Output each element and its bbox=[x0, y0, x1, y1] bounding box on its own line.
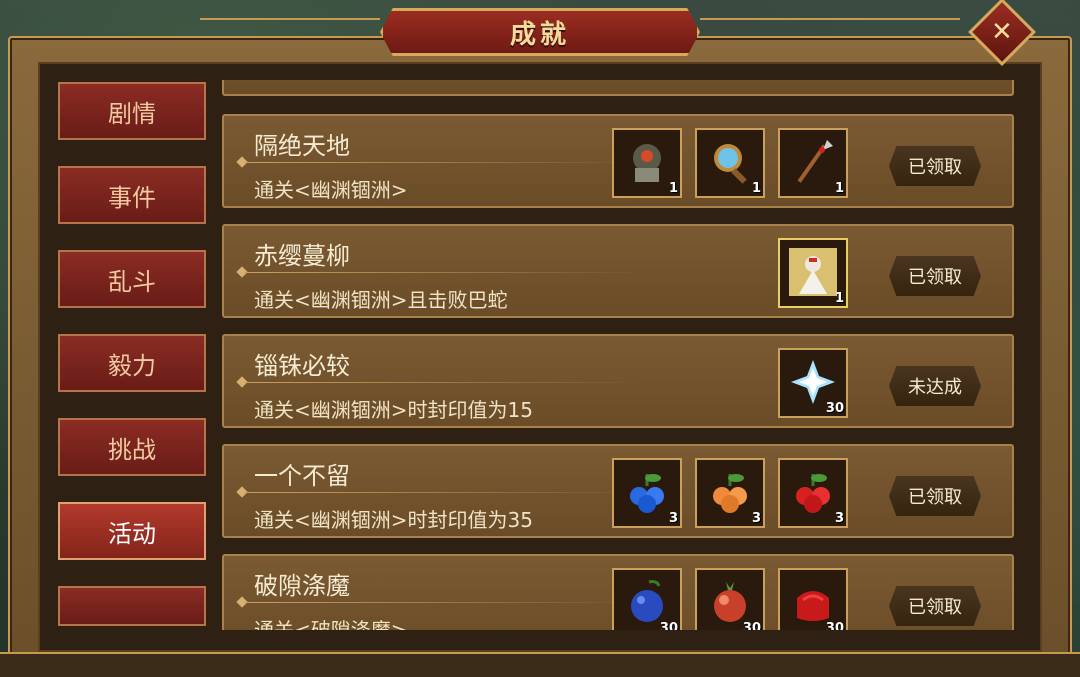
achievement-description: 通关<幽渊锢洲> bbox=[254, 178, 408, 202]
reward-quantity: 1 bbox=[751, 181, 761, 196]
achievement-description: 通关<幽渊锢洲>且击败巴蛇 bbox=[254, 288, 508, 312]
achievement-title: 赤缨蔓柳 bbox=[254, 242, 350, 270]
ice-crystal-icon bbox=[791, 360, 835, 404]
armored-monster-icon bbox=[633, 144, 661, 182]
tab-perseverance[interactable]: 毅力 bbox=[58, 334, 206, 392]
list-item: 锱铢必较 通关<幽渊锢洲>时封印值为15 30 未达成 bbox=[222, 334, 1014, 428]
blue-fruit-icon bbox=[630, 474, 664, 513]
reward-quantity: 30 bbox=[659, 621, 678, 630]
magnifier-mirror-icon bbox=[714, 144, 747, 184]
reward-slot[interactable]: 3 bbox=[778, 458, 848, 528]
claim-status-button[interactable]: 未达成 bbox=[889, 366, 981, 406]
list-item: 一个不留 通关<幽渊锢洲>时封印值为35 3 3 3 已领取 bbox=[222, 444, 1014, 538]
claim-status-button[interactable]: 已领取 bbox=[889, 586, 981, 626]
reward-slot[interactable]: 30 bbox=[695, 568, 765, 630]
title-ornament-left bbox=[200, 18, 380, 38]
achievement-description: 通关<破隙涤魔> bbox=[254, 618, 408, 630]
reward-quantity: 1 bbox=[668, 181, 678, 196]
divider bbox=[244, 162, 644, 163]
blue-gourd-icon bbox=[631, 580, 663, 622]
tab-label: 挑战 bbox=[108, 435, 156, 464]
achievement-title: 锱铢必较 bbox=[254, 352, 350, 380]
reward-slot[interactable]: 30 bbox=[612, 568, 682, 630]
tab-label: 剧情 bbox=[108, 99, 156, 128]
tab-more[interactable] bbox=[58, 586, 206, 626]
divider bbox=[244, 492, 644, 493]
window-title: 成就 bbox=[509, 19, 570, 50]
orange-fruit-icon bbox=[713, 474, 747, 513]
tab-challenge[interactable]: 挑战 bbox=[58, 418, 206, 476]
reward-slot[interactable]: 1 bbox=[778, 238, 848, 308]
list-item-partial bbox=[222, 80, 1014, 96]
list-item: 隔绝天地 通关<幽渊锢洲> 1 1 1 已领取 bbox=[222, 114, 1014, 208]
achievement-description: 通关<幽渊锢洲>时封印值为35 bbox=[254, 508, 533, 532]
reward-quantity: 1 bbox=[834, 291, 844, 306]
tab-label: 活动 bbox=[108, 519, 156, 548]
spear-icon bbox=[797, 140, 833, 183]
claim-status-button[interactable]: 已领取 bbox=[889, 256, 981, 296]
achievement-description: 通关<幽渊锢洲>时封印值为15 bbox=[254, 398, 533, 422]
red-cloth-icon bbox=[797, 591, 829, 621]
bottom-menu-bar bbox=[0, 652, 1080, 677]
list-item: 破隙涤魔 通关<破隙涤魔> 30 30 30 已领取 bbox=[222, 554, 1014, 630]
hero-portrait-icon bbox=[789, 248, 837, 296]
tab-activity[interactable]: 活动 bbox=[58, 502, 206, 560]
tab-label: 事件 bbox=[108, 183, 156, 212]
reward-slot[interactable]: 3 bbox=[612, 458, 682, 528]
reward-quantity: 3 bbox=[834, 511, 844, 526]
achievement-title: 隔绝天地 bbox=[254, 132, 350, 160]
window-title-plate: 成就 bbox=[380, 8, 700, 56]
tab-label: 乱斗 bbox=[108, 267, 156, 296]
tab-brawl[interactable]: 乱斗 bbox=[58, 250, 206, 308]
divider bbox=[244, 602, 644, 603]
reward-quantity: 30 bbox=[825, 401, 844, 416]
reward-quantity: 3 bbox=[751, 511, 761, 526]
reward-slot[interactable]: 1 bbox=[612, 128, 682, 198]
red-fruit-icon bbox=[796, 474, 830, 513]
achievement-title: 破隙涤魔 bbox=[254, 572, 350, 600]
title-ornament-right bbox=[700, 18, 960, 38]
claim-status-button[interactable]: 已领取 bbox=[889, 146, 981, 186]
reward-slot[interactable]: 30 bbox=[778, 348, 848, 418]
reward-quantity: 30 bbox=[742, 621, 761, 630]
tab-events[interactable]: 事件 bbox=[58, 166, 206, 224]
reward-slot[interactable]: 30 bbox=[778, 568, 848, 630]
red-pomegranate-icon bbox=[714, 582, 746, 622]
tab-story[interactable]: 剧情 bbox=[58, 82, 206, 140]
claim-status-button[interactable]: 已领取 bbox=[889, 476, 981, 516]
reward-slot[interactable]: 1 bbox=[778, 128, 848, 198]
achievement-list[interactable]: 隔绝天地 通关<幽渊锢洲> 1 1 1 已领取 赤缨蔓柳 通关<幽渊锢洲>且击败… bbox=[222, 80, 1014, 630]
close-icon: ✕ bbox=[991, 16, 1013, 47]
tab-label: 毅力 bbox=[108, 351, 156, 380]
divider bbox=[244, 272, 644, 273]
list-item: 赤缨蔓柳 通关<幽渊锢洲>且击败巴蛇 1 已领取 bbox=[222, 224, 1014, 318]
reward-slot[interactable]: 1 bbox=[695, 128, 765, 198]
reward-quantity: 30 bbox=[825, 621, 844, 630]
reward-quantity: 3 bbox=[668, 511, 678, 526]
reward-quantity: 1 bbox=[834, 181, 844, 196]
divider bbox=[244, 382, 644, 383]
reward-slot[interactable]: 3 bbox=[695, 458, 765, 528]
achievement-title: 一个不留 bbox=[254, 462, 350, 490]
